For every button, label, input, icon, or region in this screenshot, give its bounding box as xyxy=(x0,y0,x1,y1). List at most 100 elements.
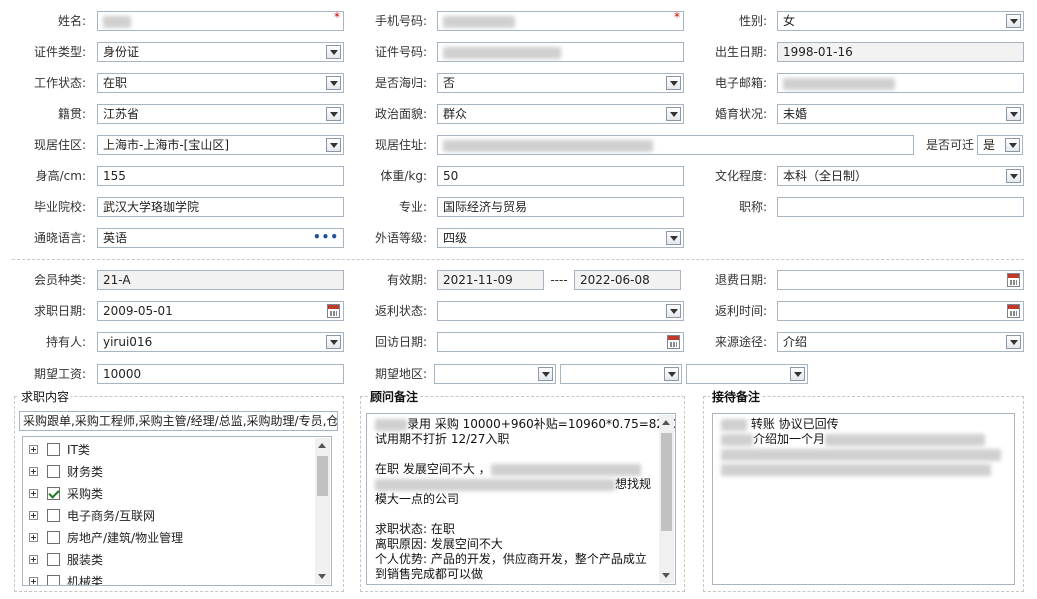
refund-date-label: 退费日期: xyxy=(714,273,767,287)
dropdown-arrow-icon[interactable] xyxy=(1006,335,1021,349)
job-category-tree[interactable]: IT类 财务类 采购类 电子商务/互联网 房地产/建筑/物业管理 服装类 机械类 xyxy=(22,436,332,586)
dropdown-arrow-icon[interactable] xyxy=(326,45,341,59)
tree-scrollbar[interactable] xyxy=(315,438,330,584)
remark-line xyxy=(721,462,1006,477)
source-select[interactable]: 介绍 xyxy=(777,332,1024,352)
scroll-thumb[interactable] xyxy=(317,456,328,496)
dropdown-arrow-icon[interactable] xyxy=(1006,169,1021,183)
remark-line: 个人优势: 产品的开发，供应商开发，整个产品成立 xyxy=(375,552,647,566)
category-checkbox[interactable] xyxy=(47,487,60,500)
scroll-thumb[interactable] xyxy=(661,433,672,531)
email-input[interactable] xyxy=(777,73,1024,93)
phone-input[interactable]: * xyxy=(437,11,684,31)
gender-select[interactable]: 女 xyxy=(777,11,1024,31)
expand-plus-icon[interactable] xyxy=(29,511,38,520)
reception-remarks-textarea[interactable]: 转账 协议已回传 介绍加一个月 xyxy=(712,413,1015,585)
dropdown-arrow-icon[interactable] xyxy=(666,304,681,318)
job-content-summary[interactable]: 采购跟单,采购工程师,采购主管/经理/总监,采购助理/专员,仓 xyxy=(19,411,338,431)
dropdown-arrow-icon[interactable] xyxy=(326,335,341,349)
work-status-label: 工作状态: xyxy=(33,76,86,90)
redacted-text xyxy=(443,46,561,59)
idnum-input[interactable] xyxy=(437,42,684,62)
native-place-select[interactable]: 江苏省 xyxy=(97,104,344,124)
marital-select[interactable]: 未婚 xyxy=(777,104,1024,124)
expand-plus-icon[interactable] xyxy=(29,533,38,542)
dropdown-arrow-icon[interactable] xyxy=(666,107,681,121)
category-checkbox[interactable] xyxy=(47,575,60,585)
category-checkbox[interactable] xyxy=(47,531,60,544)
title-input[interactable] xyxy=(777,197,1024,217)
more-icon[interactable]: ••• xyxy=(313,229,339,245)
tree-item[interactable]: IT类 xyxy=(23,439,315,461)
major-label: 专业: xyxy=(398,200,427,214)
calendar-icon[interactable] xyxy=(667,335,680,349)
category-checkbox[interactable] xyxy=(47,465,60,478)
language-level-select[interactable]: 四级 xyxy=(437,228,684,248)
dropdown-arrow-icon[interactable] xyxy=(326,138,341,152)
scroll-down-icon[interactable] xyxy=(662,573,670,578)
holder-select[interactable]: yirui016 xyxy=(97,332,344,352)
expected-salary-input[interactable]: 10000 xyxy=(97,364,344,384)
weight-input[interactable]: 50 xyxy=(437,166,684,186)
calendar-icon[interactable] xyxy=(1007,273,1020,287)
name-input[interactable]: * xyxy=(97,11,344,31)
remark-line: 介绍加一个月 xyxy=(721,432,1006,447)
calendar-icon[interactable] xyxy=(327,304,340,318)
region-district-select[interactable] xyxy=(686,364,808,384)
overseas-value: 否 xyxy=(443,76,456,90)
dropdown-arrow-icon[interactable] xyxy=(790,367,805,381)
advisor-remarks-title: 顾问备注 xyxy=(368,390,421,404)
dropdown-arrow-icon[interactable] xyxy=(666,76,681,90)
idtype-select[interactable]: 身份证 xyxy=(97,42,344,62)
expand-plus-icon[interactable] xyxy=(29,577,38,585)
advisor-remarks-textarea[interactable]: 录用 采购 10000+960补贴=10960*0.75=8220 试用期不打折… xyxy=(366,413,676,585)
height-input[interactable]: 155 xyxy=(97,166,344,186)
overseas-select[interactable]: 否 xyxy=(437,73,684,93)
expand-plus-icon[interactable] xyxy=(29,467,38,476)
source-label: 来源途径: xyxy=(714,335,767,349)
residence-area-select[interactable]: 上海市-上海市-[宝山区] xyxy=(97,135,344,155)
dropdown-arrow-icon[interactable] xyxy=(326,76,341,90)
education-select[interactable]: 本科（全日制） xyxy=(777,166,1024,186)
tree-item[interactable]: 房地产/建筑/物业管理 xyxy=(23,527,315,549)
category-checkbox[interactable] xyxy=(47,509,60,522)
dropdown-arrow-icon[interactable] xyxy=(1005,138,1020,152)
calendar-icon[interactable] xyxy=(1007,304,1020,318)
region-city-select[interactable] xyxy=(560,364,682,384)
dropdown-arrow-icon[interactable] xyxy=(538,367,553,381)
tree-item[interactable]: 采购类 xyxy=(23,483,315,505)
tree-item[interactable]: 电子商务/互联网 xyxy=(23,505,315,527)
category-checkbox[interactable] xyxy=(47,443,60,456)
remarks-scrollbar[interactable] xyxy=(659,415,674,583)
job-date-input[interactable]: 2009-05-01 xyxy=(97,301,344,321)
height-value: 155 xyxy=(103,169,126,183)
work-status-select[interactable]: 在职 xyxy=(97,73,344,93)
dropdown-arrow-icon[interactable] xyxy=(666,231,681,245)
scroll-down-icon[interactable] xyxy=(318,574,326,579)
expand-plus-icon[interactable] xyxy=(29,445,38,454)
category-checkbox[interactable] xyxy=(47,553,60,566)
scroll-up-icon[interactable] xyxy=(318,443,326,448)
weight-value: 50 xyxy=(443,169,459,183)
expand-plus-icon[interactable] xyxy=(29,555,38,564)
refund-date-input[interactable] xyxy=(777,270,1024,290)
expand-plus-icon[interactable] xyxy=(29,489,38,498)
dropdown-arrow-icon[interactable] xyxy=(1006,107,1021,121)
tree-item[interactable]: 财务类 xyxy=(23,461,315,483)
can-relocate-select[interactable]: 是 xyxy=(977,135,1023,155)
scroll-up-icon[interactable] xyxy=(662,420,670,425)
dropdown-arrow-icon[interactable] xyxy=(326,107,341,121)
school-input[interactable]: 武汉大学珞珈学院 xyxy=(97,197,344,217)
languages-field[interactable]: 英语 ••• xyxy=(97,228,344,248)
major-input[interactable]: 国际经济与贸易 xyxy=(437,197,684,217)
region-province-select[interactable] xyxy=(434,364,556,384)
political-select[interactable]: 群众 xyxy=(437,104,684,124)
revisit-date-input[interactable] xyxy=(437,332,684,352)
tree-item[interactable]: 服装类 xyxy=(23,549,315,571)
tree-item[interactable]: 机械类 xyxy=(23,571,315,585)
dropdown-arrow-icon[interactable] xyxy=(664,367,679,381)
dropdown-arrow-icon[interactable] xyxy=(1006,14,1021,28)
rebate-time-input[interactable] xyxy=(777,301,1024,321)
rebate-status-select[interactable] xyxy=(437,301,684,321)
residence-address-input[interactable] xyxy=(437,135,914,155)
